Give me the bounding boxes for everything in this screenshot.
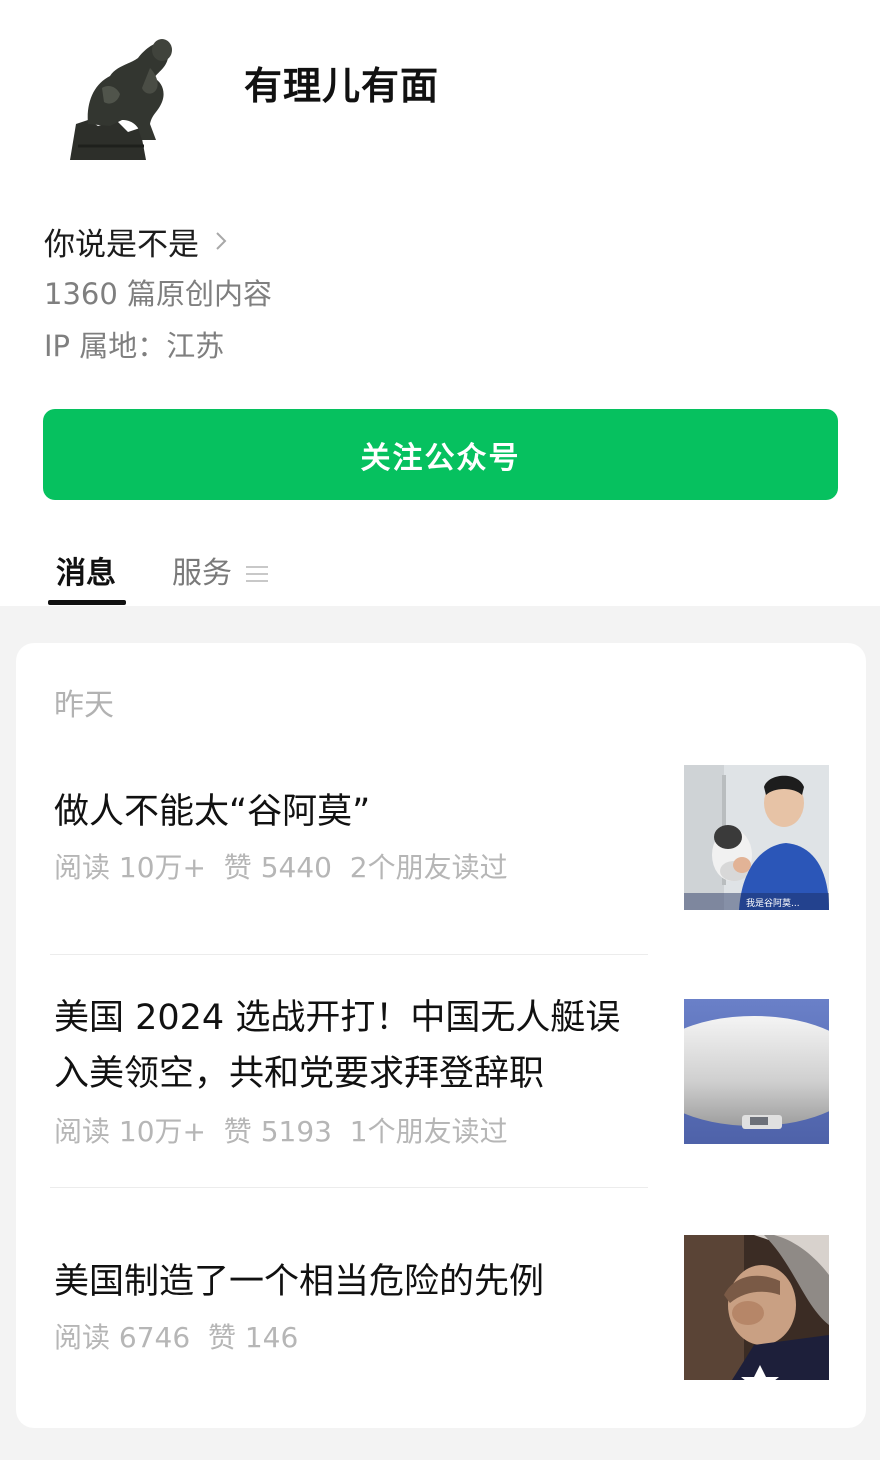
date-label: 昨天	[54, 688, 114, 723]
active-tab-indicator	[48, 600, 126, 605]
tab-messages[interactable]: 消息	[56, 552, 116, 596]
article-title[interactable]: 做人不能太“谷阿莫”	[54, 784, 654, 840]
ip-location: IP 属地：江苏	[44, 329, 225, 363]
bio-text: 你说是不是	[44, 226, 199, 263]
article-thumbnail[interactable]	[684, 1235, 829, 1380]
tab-services-label: 服务	[172, 556, 232, 591]
article-stats: 阅读 6746 赞 146	[54, 1321, 299, 1354]
thumbnail-caption: 我是谷阿莫...	[746, 897, 800, 909]
article-thumbnail[interactable]: 我是谷阿莫...	[684, 765, 829, 910]
divider	[50, 954, 648, 955]
account-name: 有理儿有面	[244, 64, 440, 108]
follow-button[interactable]: 关注公众号	[43, 409, 838, 500]
account-avatar[interactable]	[58, 28, 186, 162]
divider	[50, 1187, 648, 1188]
article-stats: 阅读 10万+ 赞 5440 2个朋友读过	[54, 851, 508, 884]
article-title[interactable]: 美国制造了一个相当危险的先例	[54, 1254, 654, 1310]
original-articles-count: 1360 篇原创内容	[44, 277, 273, 311]
menu-icon	[246, 566, 268, 582]
bio-link[interactable]: 你说是不是	[44, 220, 233, 263]
chevron-right-icon	[216, 232, 227, 250]
article-title[interactable]: 美国 2024 选战开打！中国无人艇误入美领空，共和党要求拜登辞职	[54, 990, 654, 1102]
article-stats: 阅读 10万+ 赞 5193 1个朋友读过	[54, 1115, 508, 1148]
tab-services[interactable]: 服务	[172, 552, 268, 596]
article-thumbnail[interactable]	[684, 999, 829, 1144]
